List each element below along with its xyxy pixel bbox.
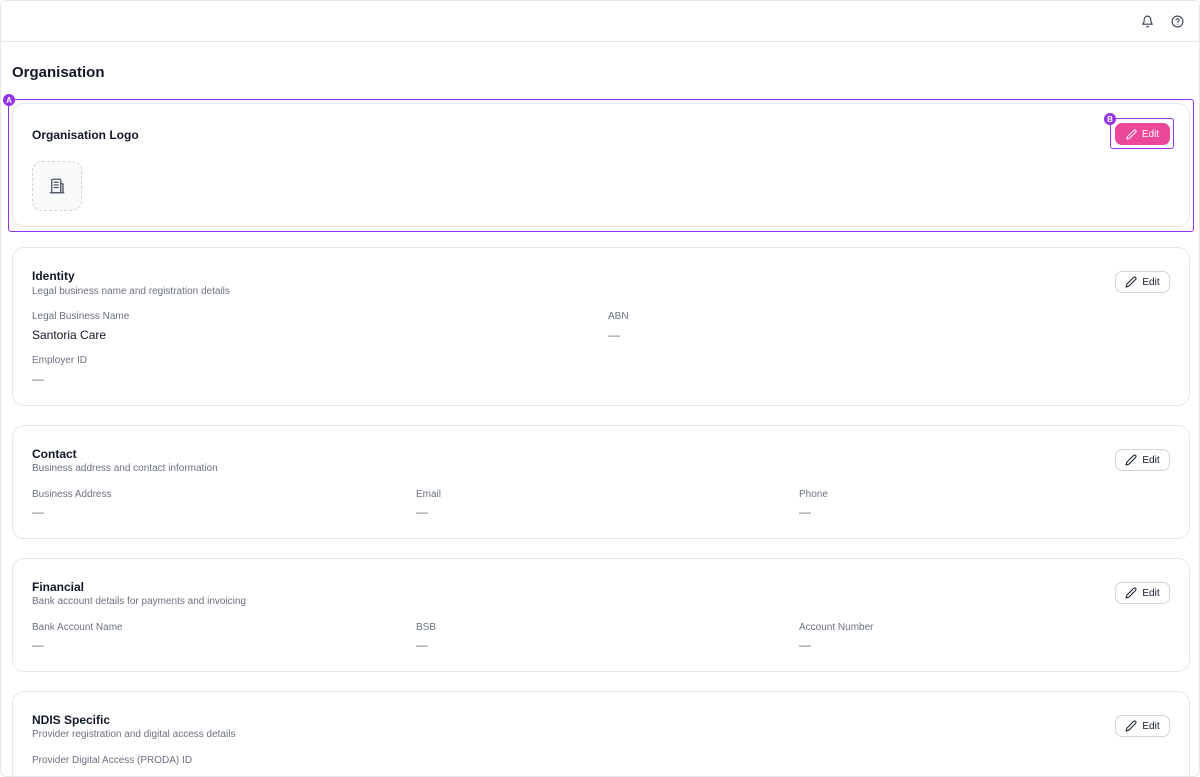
building-icon [49, 178, 65, 194]
pencil-icon [1125, 276, 1137, 288]
financial-edit-button[interactable]: Edit [1115, 582, 1170, 604]
annotation-tag-b: B [1104, 113, 1116, 125]
field-value: — [32, 638, 44, 652]
field-value: — [32, 372, 44, 386]
help-icon[interactable] [1168, 12, 1186, 30]
field-label: Phone [799, 489, 828, 500]
field-value: — [416, 505, 428, 519]
field-value: — [32, 505, 44, 519]
field-value: — [32, 771, 44, 776]
card-title: Organisation Logo [32, 128, 139, 142]
identity-card: Identity Legal business name and registr… [12, 247, 1190, 406]
field-label: Business Address [32, 489, 112, 500]
page-title: Organisation [12, 64, 105, 81]
annotation-tag-a: A [3, 94, 15, 106]
field-value: — [608, 328, 620, 342]
field-label: Provider Digital Access (PRODA) ID [32, 755, 193, 766]
field-label: ABN [608, 311, 629, 322]
top-bar [1, 1, 1199, 42]
ndis-card: NDIS Specific Provider registration and … [12, 691, 1190, 776]
edit-label: Edit [1142, 454, 1160, 466]
logo-placeholder[interactable] [32, 161, 82, 211]
contact-card: Contact Business address and contact inf… [12, 425, 1190, 539]
card-subtitle: Bank account details for payments and in… [32, 596, 247, 607]
edit-label: Edit [1142, 587, 1160, 599]
field-label: Legal Business Name [32, 311, 130, 322]
edit-label: Edit [1142, 276, 1160, 288]
card-title: NDIS Specific [32, 713, 111, 727]
field-label: Account Number [799, 622, 874, 633]
edit-label: Edit [1142, 720, 1160, 732]
pencil-icon [1125, 587, 1137, 599]
app-window: Organisation Organisation Logo Edit A B … [0, 0, 1200, 777]
field-value: — [416, 638, 428, 652]
pencil-icon [1125, 454, 1137, 466]
financial-card: Financial Bank account details for payme… [12, 558, 1190, 672]
field-label: Email [416, 489, 442, 500]
field-label: Bank Account Name [32, 622, 123, 633]
organisation-logo-card: Organisation Logo Edit [12, 103, 1190, 227]
edit-label: Edit [1141, 128, 1160, 140]
ndis-edit-button[interactable]: Edit [1115, 715, 1170, 737]
field-label: Employer ID [32, 355, 88, 366]
field-label: BSB [416, 622, 437, 633]
card-title: Identity [32, 269, 75, 283]
logo-edit-button[interactable]: Edit [1115, 123, 1170, 145]
contact-edit-button[interactable]: Edit [1115, 449, 1170, 471]
card-subtitle: Business address and contact information [32, 463, 218, 474]
identity-edit-button[interactable]: Edit [1115, 271, 1170, 293]
card-subtitle: Legal business name and registration det… [32, 286, 230, 297]
bell-icon[interactable] [1138, 12, 1156, 30]
pencil-icon [1126, 128, 1137, 140]
card-title: Contact [32, 447, 77, 461]
field-value: Santoria Care [32, 328, 107, 342]
field-value: — [799, 638, 811, 652]
card-subtitle: Provider registration and digital access… [32, 729, 236, 740]
card-title: Financial [32, 580, 85, 594]
field-value: — [799, 505, 811, 519]
pencil-icon [1125, 720, 1137, 732]
